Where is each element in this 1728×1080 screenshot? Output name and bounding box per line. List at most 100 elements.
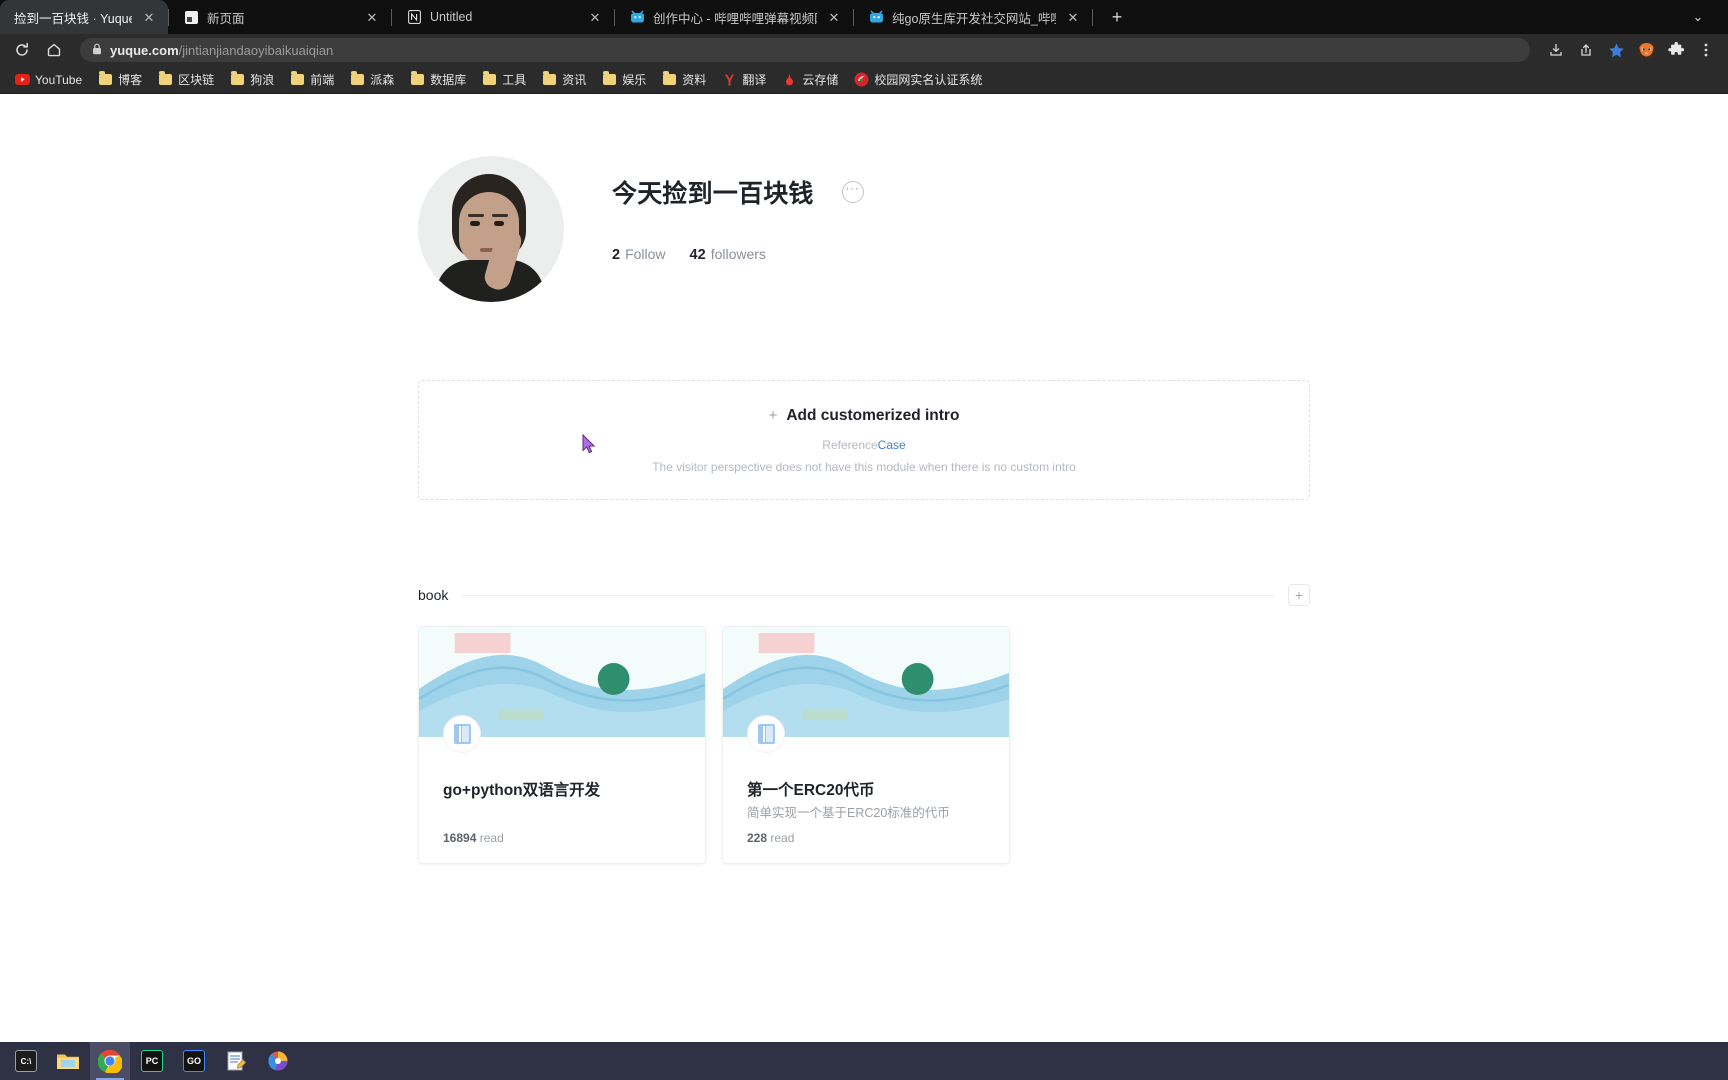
- flame-icon: [782, 72, 797, 87]
- bookmark-folder-7[interactable]: 工具: [475, 68, 533, 91]
- browser-tab-2[interactable]: 新页面 ✕: [169, 0, 391, 34]
- stat-follow-label: Follow: [625, 246, 666, 262]
- mouse-cursor: [582, 433, 596, 454]
- campus-icon: [854, 72, 869, 87]
- folder-icon: [410, 71, 425, 87]
- add-customerized-intro-button[interactable]: + Add customerized intro: [769, 407, 960, 425]
- bookmark-folder-3[interactable]: 狗浪: [223, 68, 281, 91]
- url-text: yuque.com/jintianjiandaoyibaikuaiqian: [110, 43, 333, 58]
- book-section-header: book +: [418, 584, 1310, 606]
- tab-close-icon[interactable]: ✕: [586, 8, 604, 26]
- chrome-icon[interactable]: [90, 1042, 130, 1080]
- stat-follow[interactable]: 2 Follow: [612, 246, 666, 263]
- page-icon: [183, 9, 199, 25]
- folder-icon: [482, 71, 497, 87]
- bookmark-folder-4[interactable]: 前端: [283, 68, 341, 91]
- book-read-number: 228: [747, 831, 768, 845]
- menu-icon[interactable]: [1692, 36, 1720, 64]
- bookmark-folder-1[interactable]: 博客: [91, 68, 149, 91]
- file-explorer-icon[interactable]: [48, 1042, 88, 1080]
- tab-close-icon[interactable]: ✕: [140, 8, 158, 26]
- browser-tab-3[interactable]: Untitled ✕: [392, 0, 614, 34]
- stat-followers[interactable]: 42 followers: [690, 246, 766, 263]
- home-icon[interactable]: [40, 36, 68, 64]
- book-read-suffix: read: [479, 831, 504, 845]
- bookmark-label: 工具: [502, 73, 527, 87]
- cmd-icon[interactable]: C:\: [6, 1042, 46, 1080]
- book-card-body: go+python双语言开发 16894 read: [419, 737, 705, 863]
- reload-icon[interactable]: [8, 36, 36, 64]
- bookmark-label: 翻译: [742, 73, 767, 87]
- bookmark-folder-6[interactable]: 数据库: [403, 68, 473, 91]
- section-divider: [462, 594, 1274, 596]
- more-options-icon[interactable]: ···: [841, 181, 864, 203]
- reference-line: ReferenceCase: [822, 438, 905, 452]
- tab-close-icon[interactable]: ✕: [825, 8, 843, 26]
- tab-title: 捡到一百块钱 · Yuque: [14, 11, 132, 26]
- bookmark-campus-auth[interactable]: 校园网实名认证系统: [847, 68, 989, 91]
- browser-tab-1[interactable]: 捡到一百块钱 · Yuque ✕: [0, 0, 168, 34]
- profile-avatar-icon[interactable]: [1632, 36, 1660, 64]
- book-description: 简单实现一个基于ERC20标准的代币: [747, 806, 950, 821]
- tab-close-icon[interactable]: ✕: [363, 8, 381, 26]
- cmd-label: C:\: [15, 1050, 37, 1072]
- stat-followers-count: 42: [689, 247, 706, 263]
- folder-icon: [158, 71, 173, 87]
- new-tab-button[interactable]: +: [1103, 3, 1131, 31]
- window-controls-chevron-icon[interactable]: ⌄: [1678, 6, 1718, 28]
- book-icon: [747, 715, 785, 753]
- bookmark-label: 狗浪: [250, 73, 275, 87]
- bookmark-folder-8[interactable]: 资讯: [535, 68, 593, 91]
- tab-strip: 捡到一百块钱 · Yuque ✕ 新页面 ✕ Untitled ✕ 创作中心 -…: [0, 0, 1728, 34]
- pycharm-icon[interactable]: PC: [132, 1042, 172, 1080]
- address-bar[interactable]: yuque.com/jintianjiandaoyibaikuaiqian: [80, 38, 1530, 62]
- book-read-number: 16894: [443, 831, 477, 845]
- bookmark-label: 资料: [682, 73, 707, 87]
- add-intro-card[interactable]: + Add customerized intro ReferenceCase T…: [418, 380, 1310, 500]
- extensions-icon[interactable]: [1662, 36, 1690, 64]
- book-read-count: 16894 read: [443, 831, 504, 845]
- avatar[interactable]: [418, 156, 564, 302]
- tab-title: 新页面: [207, 11, 245, 26]
- media-icon[interactable]: [258, 1042, 298, 1080]
- notion-icon: [406, 9, 422, 25]
- bookmark-label: 数据库: [430, 73, 467, 87]
- lock-icon: [92, 43, 102, 58]
- youtube-icon: [15, 72, 30, 87]
- folder-icon: [542, 71, 557, 87]
- profile-header: 今天捡到一百块钱 ··· 2 Follow 42 followers: [418, 156, 1310, 302]
- book-card[interactable]: go+python双语言开发 16894 read: [418, 626, 706, 864]
- bookmark-youtube[interactable]: YouTube: [8, 69, 89, 90]
- bookmark-star-icon[interactable]: [1602, 36, 1630, 64]
- share-icon[interactable]: [1572, 36, 1600, 64]
- url-domain: yuque.com: [110, 42, 179, 58]
- book-card[interactable]: 第一个ERC20代币 简单实现一个基于ERC20标准的代币 228 read: [722, 626, 1010, 864]
- bookmark-label: 派森: [370, 73, 395, 87]
- visitor-note: The visitor perspective does not have th…: [652, 459, 1076, 474]
- add-intro-label: Add customerized intro: [786, 406, 960, 424]
- tab-close-icon[interactable]: ✕: [1064, 8, 1082, 26]
- goland-icon[interactable]: GO: [174, 1042, 214, 1080]
- bookmark-folder-2[interactable]: 区块链: [151, 68, 221, 91]
- toolbar-right-icons: [1542, 36, 1720, 64]
- bookmark-label: 区块链: [178, 73, 215, 87]
- browser-tab-4[interactable]: 创作中心 - 哔哩哔哩弹幕视频网 ✕: [615, 0, 853, 34]
- browser-tab-5[interactable]: 纯go原生库开发社交网站_哔哩 ✕: [854, 0, 1092, 34]
- profile-name-row: 今天捡到一百块钱 ···: [612, 174, 864, 210]
- goland-label: GO: [183, 1050, 205, 1072]
- bookmark-label: 博客: [118, 73, 143, 87]
- notepad-icon[interactable]: [216, 1042, 256, 1080]
- bookmark-cloudstorage[interactable]: 云存储: [775, 68, 845, 91]
- book-title: go+python双语言开发: [443, 782, 601, 799]
- bookmark-folder-5[interactable]: 派森: [343, 68, 401, 91]
- stat-followers-label: followers: [710, 246, 766, 262]
- add-book-button[interactable]: +: [1288, 584, 1310, 606]
- profile-info: 今天捡到一百块钱 ··· 2 Follow 42 followers: [612, 156, 864, 263]
- download-icon[interactable]: [1542, 36, 1570, 64]
- bookmark-folder-9[interactable]: 娱乐: [595, 68, 653, 91]
- bookmark-folder-10[interactable]: 资料: [655, 68, 713, 91]
- reference-case-link[interactable]: Case: [878, 438, 906, 452]
- bookmark-translate[interactable]: 翻译: [715, 68, 773, 91]
- bookmark-label: 云存储: [802, 73, 839, 87]
- tab-title: 纯go原生库开发社交网站_哔哩: [892, 11, 1056, 26]
